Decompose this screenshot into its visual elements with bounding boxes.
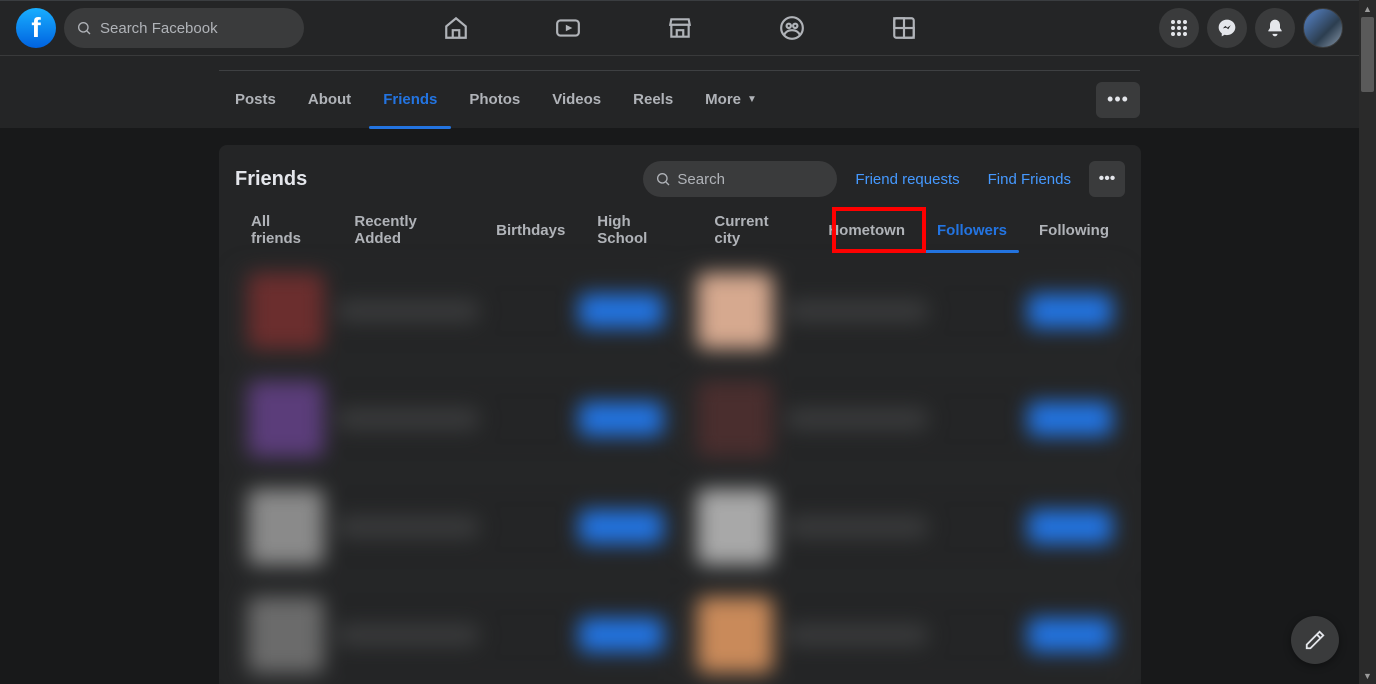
nav-watch[interactable] <box>516 4 620 52</box>
subtab-current-city[interactable]: Current city <box>698 205 812 255</box>
nav-home[interactable] <box>404 4 508 52</box>
top-nav: f Search Facebook <box>0 0 1359 56</box>
follower-name <box>338 516 478 538</box>
account-avatar[interactable] <box>1303 8 1343 48</box>
global-search[interactable]: Search Facebook <box>64 8 304 48</box>
add-friend-button[interactable] <box>1028 618 1112 652</box>
notifications-button[interactable] <box>1255 8 1295 48</box>
follower-avatar <box>697 273 773 349</box>
profile-tab-posts[interactable]: Posts <box>219 71 292 129</box>
add-friend-button[interactable] <box>579 618 663 652</box>
follower-name <box>787 300 927 322</box>
messenger-icon <box>1217 18 1237 38</box>
marketplace-icon <box>667 15 693 41</box>
follower-avatar <box>697 489 773 565</box>
nav-marketplace[interactable] <box>628 4 732 52</box>
profile-tabs: Posts About Friends Photos Videos Reels … <box>219 70 1140 128</box>
add-friend-button[interactable] <box>1028 402 1112 436</box>
friends-subtabs: All friends Recently Added Birthdays Hig… <box>235 205 1125 255</box>
follower-card[interactable] <box>684 375 1125 463</box>
bell-icon <box>1265 18 1285 38</box>
add-friend-button[interactable] <box>579 402 663 436</box>
new-message-button[interactable] <box>1291 616 1339 664</box>
subtab-high-school[interactable]: High School <box>581 205 698 255</box>
follower-card[interactable] <box>235 267 676 355</box>
add-friend-button[interactable] <box>579 294 663 328</box>
subtab-following[interactable]: Following <box>1023 205 1125 255</box>
follower-card[interactable] <box>684 267 1125 355</box>
subtab-hometown[interactable]: Hometown <box>812 205 921 255</box>
subtab-birthdays[interactable]: Birthdays <box>480 205 581 255</box>
subtab-all-friends[interactable]: All friends <box>235 205 338 255</box>
profile-tab-more[interactable]: More ▼ <box>689 71 773 129</box>
compose-icon <box>1304 629 1326 651</box>
followers-grid <box>235 267 1125 679</box>
follower-avatar <box>248 381 324 457</box>
search-icon <box>76 20 92 36</box>
scroll-up-arrow-icon[interactable]: ▲ <box>1359 0 1376 17</box>
add-friend-button[interactable] <box>1028 294 1112 328</box>
subtab-recently-added[interactable]: Recently Added <box>338 205 480 255</box>
chevron-down-icon: ▼ <box>747 94 757 105</box>
follower-name <box>338 624 478 646</box>
profile-tab-friends[interactable]: Friends <box>367 71 453 129</box>
profile-tab-about[interactable]: About <box>292 71 367 129</box>
nav-groups[interactable] <box>740 4 844 52</box>
profile-tab-more-label: More <box>705 91 741 108</box>
friend-requests-link[interactable]: Friend requests <box>845 171 969 188</box>
follower-card[interactable] <box>684 483 1125 571</box>
friends-more-actions[interactable]: ••• <box>1089 161 1125 197</box>
profile-tab-reels[interactable]: Reels <box>617 71 689 129</box>
groups-icon <box>779 15 805 41</box>
home-icon <box>443 15 469 41</box>
facebook-logo[interactable]: f <box>16 8 56 48</box>
find-friends-link[interactable]: Find Friends <box>978 171 1081 188</box>
scrollbar-thumb[interactable] <box>1361 17 1374 92</box>
scrollbar-track[interactable] <box>1359 17 1376 667</box>
follower-avatar <box>248 489 324 565</box>
follower-name <box>338 300 478 322</box>
nav-gaming[interactable] <box>852 4 956 52</box>
profile-tab-videos[interactable]: Videos <box>536 71 617 129</box>
profile-tab-photos[interactable]: Photos <box>453 71 536 129</box>
friends-title: Friends <box>235 168 307 191</box>
profile-strip: Posts About Friends Photos Videos Reels … <box>0 56 1359 129</box>
follower-card[interactable] <box>684 591 1125 679</box>
right-nav <box>1159 8 1343 48</box>
follower-avatar <box>248 273 324 349</box>
add-friend-button[interactable] <box>579 510 663 544</box>
gaming-icon <box>891 15 917 41</box>
follower-card[interactable] <box>235 591 676 679</box>
follower-avatar <box>697 597 773 673</box>
grid-icon <box>1170 19 1188 37</box>
follower-name <box>787 408 927 430</box>
follower-avatar <box>248 597 324 673</box>
profile-more-actions[interactable]: ••• <box>1096 82 1140 118</box>
search-icon <box>655 171 671 187</box>
follower-avatar <box>697 381 773 457</box>
friends-card-header: Friends Search Friend requests Find Frie… <box>235 161 1125 197</box>
menu-button[interactable] <box>1159 8 1199 48</box>
watch-icon <box>555 15 581 41</box>
follower-card[interactable] <box>235 375 676 463</box>
follower-card[interactable] <box>235 483 676 571</box>
subtab-followers[interactable]: Followers <box>921 205 1023 255</box>
add-friend-button[interactable] <box>1028 510 1112 544</box>
messenger-button[interactable] <box>1207 8 1247 48</box>
follower-name <box>787 516 927 538</box>
scroll-down-arrow-icon[interactable]: ▼ <box>1359 667 1376 684</box>
friends-card: Friends Search Friend requests Find Frie… <box>219 145 1141 684</box>
vertical-scrollbar[interactable]: ▲ ▼ <box>1359 0 1376 684</box>
friends-search[interactable]: Search <box>643 161 837 197</box>
friends-search-placeholder: Search <box>677 171 725 188</box>
global-search-placeholder: Search Facebook <box>100 20 218 37</box>
center-nav <box>404 4 956 52</box>
follower-name <box>787 624 927 646</box>
follower-name <box>338 408 478 430</box>
